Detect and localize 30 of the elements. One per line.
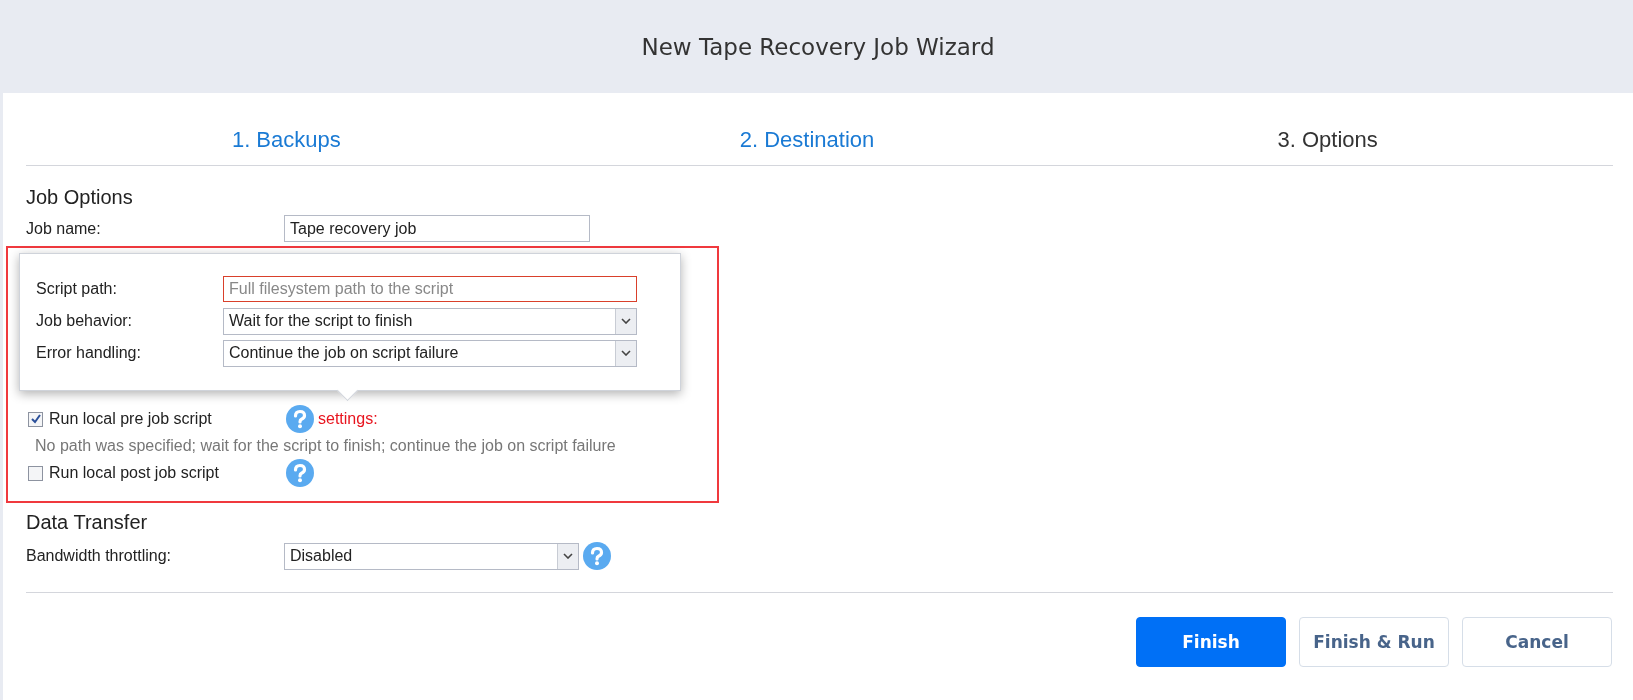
- wizard-step[interactable]: 1. Backups: [26, 127, 547, 165]
- wizard-step[interactable]: 3. Options: [1067, 127, 1588, 165]
- dropdown[interactable]: Continue the job on script failure: [223, 339, 637, 367]
- help-icon[interactable]: [286, 459, 314, 487]
- caret-icon: [563, 553, 573, 559]
- wizard-step[interactable]: 2. Destination: [546, 127, 1068, 165]
- check-icon: [29, 413, 42, 425]
- wizard-button[interactable]: Finish: [1136, 617, 1286, 667]
- settings-link[interactable]: settings:: [318, 410, 378, 428]
- help-icon[interactable]: [583, 542, 611, 570]
- field-label: Error handling:: [36, 344, 142, 362]
- caret-icon: [621, 318, 631, 324]
- pre-job-script-checkbox[interactable]: Run local pre job script: [28, 410, 286, 428]
- field-label: Job name:: [26, 219, 102, 238]
- window-title: New Tape Recovery Job Wizard: [641, 33, 995, 60]
- wizard-button[interactable]: Finish & Run: [1299, 617, 1449, 667]
- post-job-script-checkbox[interactable]: Run local post job script: [28, 464, 286, 482]
- wizard-button[interactable]: Cancel: [1462, 617, 1612, 667]
- dropdown[interactable]: Wait for the script to finish: [223, 307, 637, 335]
- help-icon[interactable]: [286, 405, 314, 433]
- field-label: Script path:: [36, 280, 118, 298]
- job-name-field[interactable]: Tape recovery job: [284, 215, 590, 242]
- field-label: Job behavior:: [36, 312, 134, 330]
- script-summary: No path was specified; wait for the script to finish; continue the job on script failure: [34, 436, 617, 456]
- section-heading: Data Transfer: [26, 511, 149, 534]
- bandwidth-dropdown[interactable]: Disabled: [284, 542, 579, 570]
- caret-icon: [621, 350, 631, 356]
- script-path-field[interactable]: Full filesystem path to the script: [223, 276, 637, 302]
- field-label: Bandwidth throttling:: [26, 547, 172, 565]
- section-heading: Job Options: [26, 186, 134, 209]
